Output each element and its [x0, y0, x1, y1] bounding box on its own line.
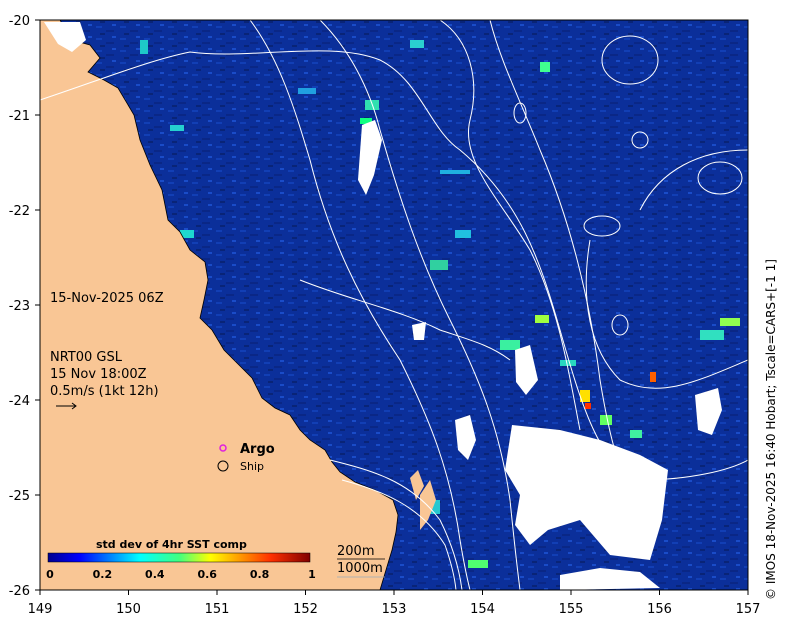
- lon-tick-label: 157: [736, 602, 761, 617]
- lat-tick-label: -25: [9, 489, 30, 504]
- lon-tick-label: 153: [382, 602, 407, 617]
- lat-tick-label: -21: [9, 109, 30, 124]
- colorbar-tick-label: 0.6: [197, 568, 217, 581]
- lat-tick-label: -22: [9, 204, 30, 219]
- credit-text: © IMOS 18-Nov-2025 16:40 Hobart; Tscale=…: [764, 259, 778, 600]
- colorbar-tick-label: 1: [308, 568, 316, 581]
- lon-tick-label: 151: [205, 602, 230, 617]
- lon-tick-label: 154: [470, 602, 495, 617]
- colorbar: [47, 552, 311, 563]
- isobath-1000m-label: 1000m: [337, 561, 383, 576]
- nrt-title: NRT00 GSL: [50, 350, 123, 365]
- colorbar-tick-label: 0: [46, 568, 54, 581]
- date-label: 15-Nov-2025 06Z: [50, 291, 164, 306]
- sst-map: 149 150 151 152 153 154 155 156 157 -20 -21 -22 -23…: [9, 14, 761, 617]
- vector-scale-label: 0.5m/s (1kt 12h): [50, 384, 159, 399]
- lon-tick-label: 152: [293, 602, 318, 617]
- lon-tick-label: 150: [116, 602, 141, 617]
- lon-tick-label: 156: [647, 602, 672, 617]
- lat-tick-label: -23: [9, 299, 30, 314]
- colorbar-title: std dev of 4hr SST comp: [96, 538, 247, 551]
- nrt-time: 15 Nov 18:00Z: [50, 367, 147, 382]
- ship-label: Ship: [240, 460, 264, 473]
- argo-label: Argo: [240, 442, 275, 457]
- colorbar-tick-label: 0.2: [93, 568, 113, 581]
- lat-tick-label: -20: [9, 14, 30, 29]
- lon-tick-label: 155: [559, 602, 584, 617]
- lat-tick-label: -26: [9, 584, 30, 599]
- colorbar-tick-label: 0.4: [145, 568, 165, 581]
- lon-tick-label: 149: [28, 602, 53, 617]
- latitude-axis: -20 -21 -22 -23 -24 -25 -26: [9, 14, 40, 599]
- longitude-axis: 149 150 151 152 153 154 155 156 157: [28, 590, 761, 617]
- lat-tick-label: -24: [9, 394, 30, 409]
- colorbar-tick-label: 0.8: [250, 568, 270, 581]
- isobath-200m-label: 200m: [337, 544, 374, 559]
